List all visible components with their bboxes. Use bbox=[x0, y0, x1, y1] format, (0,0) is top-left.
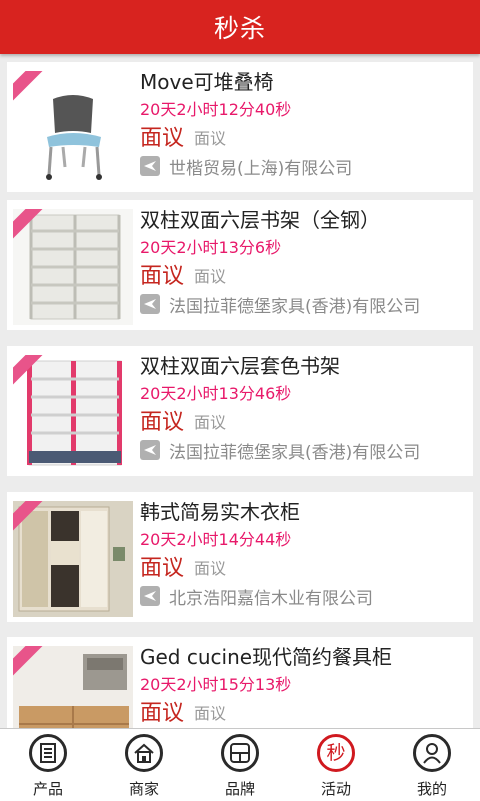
home-icon bbox=[125, 734, 163, 772]
price-label: 面议 bbox=[140, 410, 185, 435]
price-note: 面议 bbox=[194, 267, 227, 286]
company-name: 法国拉菲德堡家具(香港)有限公司 bbox=[169, 442, 421, 463]
countdown-timer: 20天2小时15分13秒 bbox=[140, 675, 292, 694]
company-name: 世楷贸易(上海)有限公司 bbox=[169, 158, 353, 179]
company-row[interactable]: 世楷贸易(上海)有限公司 bbox=[140, 154, 353, 179]
nav-item-activities[interactable]: 秒 活动 bbox=[288, 729, 384, 801]
product-card[interactable]: Move可堆叠椅 20天2小时12分40秒 面议 面议 世楷贸易(上海)有限公司 bbox=[7, 62, 473, 192]
product-list[interactable]: Move可堆叠椅 20天2小时12分40秒 面议 面议 世楷贸易(上海)有限公司 bbox=[0, 54, 480, 728]
nav-label: 商家 bbox=[128, 780, 159, 798]
product-card[interactable]: 韩式简易实木衣柜 20天2小时14分44秒 面议 面议 北京浩阳嘉信木业有限公司 bbox=[7, 492, 473, 622]
price-note: 面议 bbox=[194, 413, 227, 432]
plane-icon bbox=[140, 440, 160, 460]
company-name: 北京浩阳嘉信木业有限公司 bbox=[169, 588, 373, 609]
nav-item-mine[interactable]: 我的 bbox=[384, 729, 480, 801]
nav-label: 活动 bbox=[320, 780, 351, 798]
miao-glyph: 秒 bbox=[326, 741, 346, 764]
nav-item-products[interactable]: 产品 bbox=[0, 729, 96, 801]
nav-label: 品牌 bbox=[224, 780, 255, 798]
product-name[interactable]: Ged cucine现代简约餐具柜 bbox=[140, 641, 470, 670]
plane-icon bbox=[140, 294, 160, 314]
app-header: 秒杀 bbox=[0, 0, 480, 54]
plane-icon bbox=[140, 156, 160, 176]
price-label: 面议 bbox=[140, 556, 185, 581]
countdown-timer: 20天2小时13分6秒 bbox=[140, 238, 282, 257]
product-name[interactable]: Move可堆叠椅 bbox=[140, 66, 470, 95]
product-image-kitchen[interactable] bbox=[13, 646, 133, 728]
product-image-color-shelf[interactable] bbox=[13, 355, 133, 471]
product-name[interactable]: 韩式简易实木衣柜 bbox=[140, 496, 470, 525]
company-row[interactable]: 法国拉菲德堡家具(香港)有限公司 bbox=[140, 292, 421, 317]
price-note: 面议 bbox=[194, 559, 227, 578]
product-name[interactable]: 双柱双面六层套色书架 bbox=[140, 350, 470, 379]
person-icon bbox=[413, 734, 451, 772]
price-note: 面议 bbox=[194, 129, 227, 148]
bottom-navigation: 产品 商家 品牌 秒 活动 我的 bbox=[0, 728, 480, 801]
company-name: 法国拉菲德堡家具(香港)有限公司 bbox=[169, 296, 421, 317]
countdown-timer: 20天2小时14分44秒 bbox=[140, 530, 292, 549]
nav-item-brands[interactable]: 品牌 bbox=[192, 729, 288, 801]
price-label: 面议 bbox=[140, 701, 185, 726]
product-image-wardrobe[interactable] bbox=[13, 501, 133, 617]
nav-label: 我的 bbox=[416, 780, 447, 798]
plane-icon bbox=[140, 586, 160, 606]
nav-item-merchants[interactable]: 商家 bbox=[96, 729, 192, 801]
product-card[interactable]: Ged cucine现代简约餐具柜 20天2小时15分13秒 面议 面议 bbox=[7, 637, 473, 728]
product-card[interactable]: 双柱双面六层套色书架 20天2小时13分46秒 面议 面议 法国拉菲德堡家具(香… bbox=[7, 346, 473, 476]
product-image-steel-shelf[interactable] bbox=[13, 209, 133, 325]
price-label: 面议 bbox=[140, 126, 185, 151]
grid-icon bbox=[221, 734, 259, 772]
price-label: 面议 bbox=[140, 264, 185, 289]
nav-label: 产品 bbox=[32, 780, 63, 798]
list-icon bbox=[29, 734, 67, 772]
company-row[interactable]: 北京浩阳嘉信木业有限公司 bbox=[140, 584, 373, 609]
countdown-timer: 20天2小时13分46秒 bbox=[140, 384, 292, 403]
company-row[interactable]: 法国拉菲德堡家具(香港)有限公司 bbox=[140, 438, 421, 463]
product-card[interactable]: 双柱双面六层书架（全钢） 20天2小时13分6秒 面议 面议 法国拉菲德堡家具(… bbox=[7, 200, 473, 330]
page-title: 秒杀 bbox=[213, 14, 266, 43]
miao-icon: 秒 bbox=[317, 734, 355, 772]
product-name[interactable]: 双柱双面六层书架（全钢） bbox=[140, 204, 470, 233]
product-image-chair[interactable] bbox=[13, 71, 133, 187]
price-note: 面议 bbox=[194, 704, 227, 723]
countdown-timer: 20天2小时12分40秒 bbox=[140, 100, 292, 119]
